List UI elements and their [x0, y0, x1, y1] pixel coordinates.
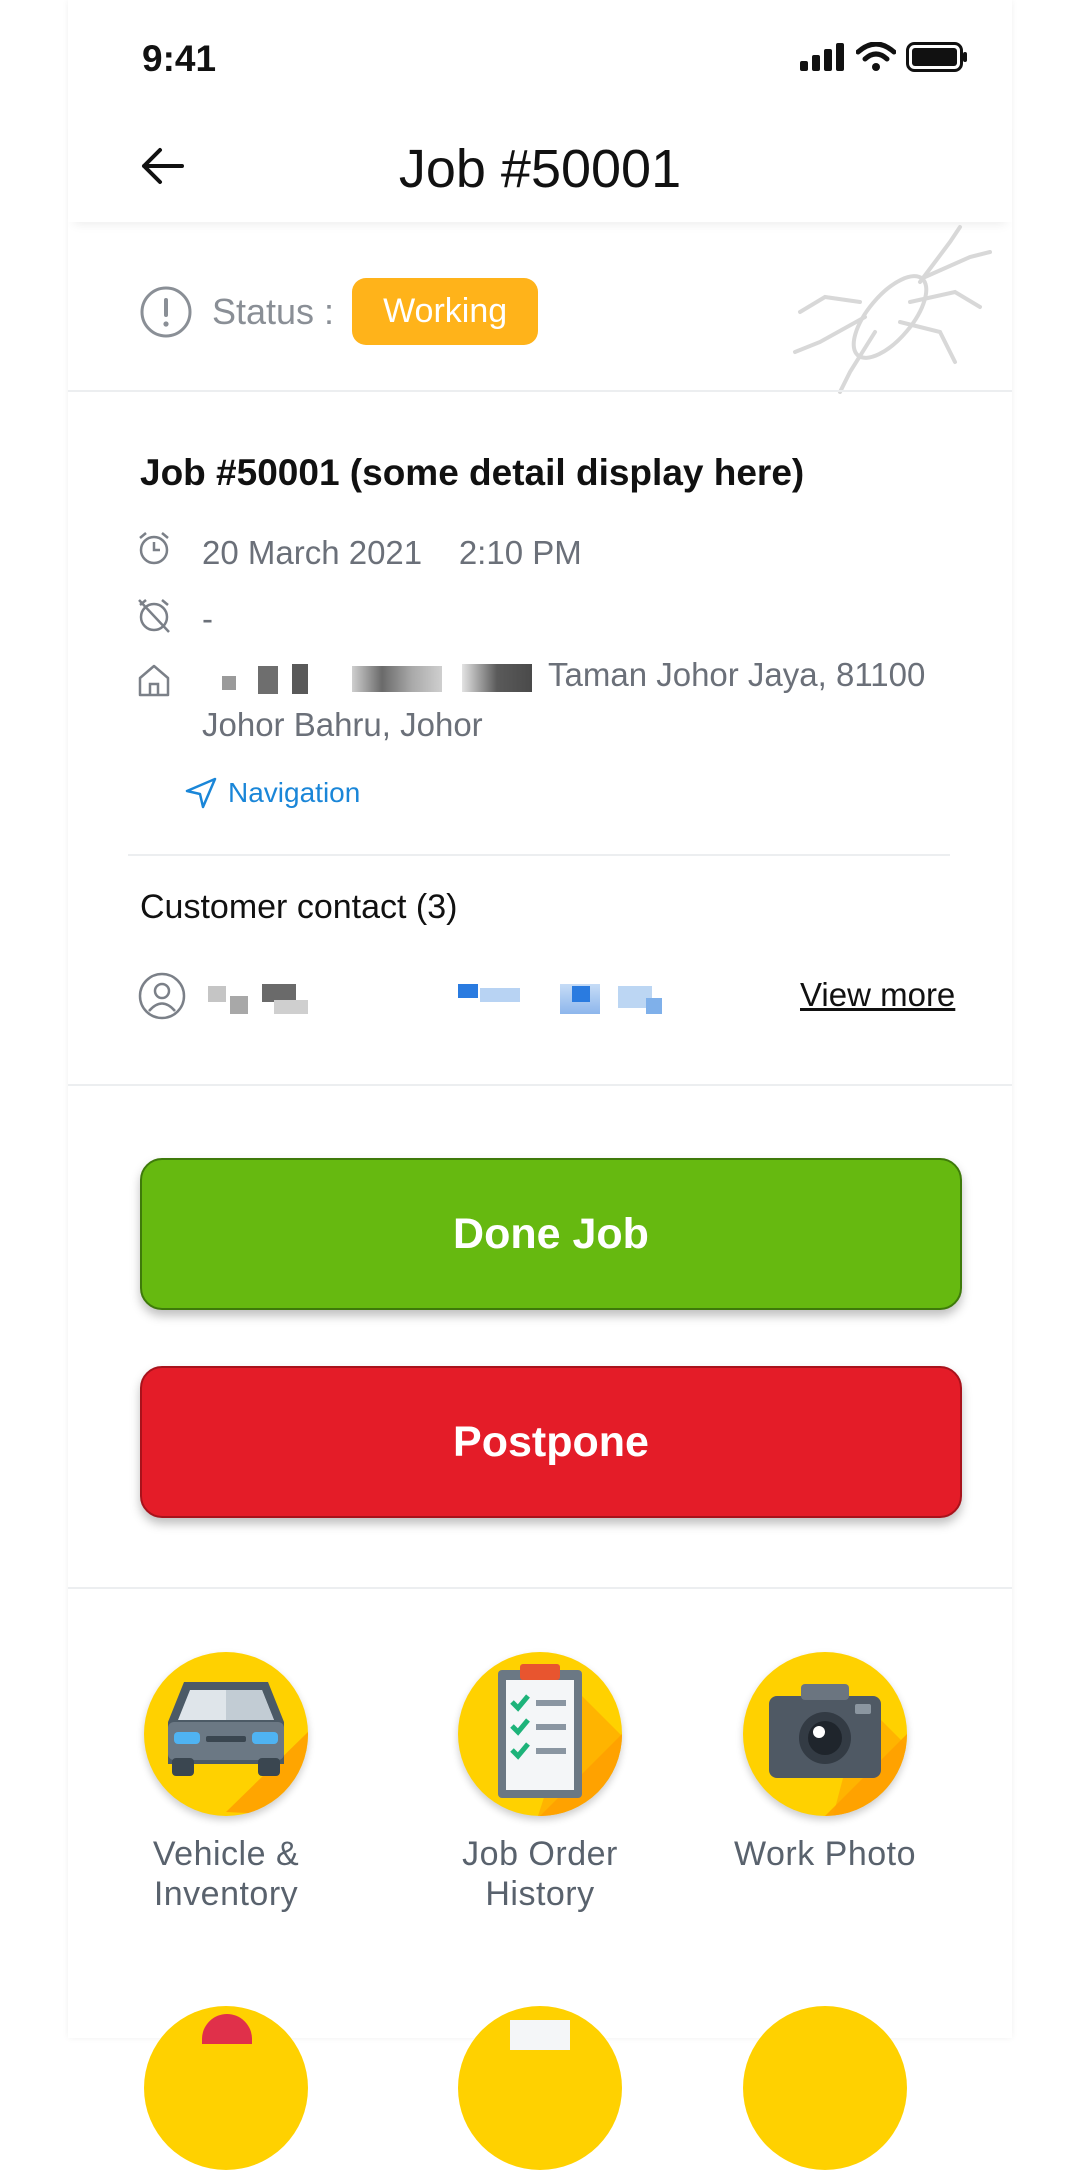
navigation-label: Navigation: [228, 777, 361, 808]
wifi-icon: [856, 42, 896, 71]
user-avatar-icon: [138, 972, 186, 1020]
info-circle-icon: [140, 286, 192, 337]
partial-tile-icon[interactable]: [458, 2006, 622, 2170]
clock-icon: [139, 532, 169, 565]
termite-watermark-icon: [793, 225, 992, 394]
customer-contact-title: Customer contact (3): [140, 888, 458, 926]
done-job-button[interactable]: Done Job: [140, 1158, 962, 1310]
tile-label-line2: History: [485, 1875, 595, 1913]
status-time: 9:41: [142, 38, 217, 79]
navigation-arrow-icon: [185, 777, 217, 809]
navigation-link[interactable]: Navigation: [184, 776, 360, 810]
address-line1: Taman Johor Jaya, 81100: [548, 656, 926, 693]
job-time: 2:10 PM: [458, 534, 582, 571]
job-detail-title: Job #50001 (some detail display here): [140, 452, 805, 493]
tile-label-line1: Job Order: [462, 1835, 618, 1873]
car-icon: [144, 1652, 308, 1816]
alarm-off-icon: [138, 599, 170, 633]
inner-divider: [128, 854, 950, 856]
home-icon: [138, 664, 170, 697]
app-header: Job #50001: [68, 110, 1012, 222]
status-row: Status : Working: [140, 278, 539, 345]
tile-label: Work Photo: [705, 1834, 945, 1874]
tile-label: Job Order History: [420, 1834, 660, 1914]
status-badge: Working: [352, 278, 539, 345]
postpone-button[interactable]: Postpone: [140, 1366, 962, 1518]
page-title: Job #50001: [398, 139, 682, 199]
job-date: 20 March 2021: [202, 534, 423, 571]
job-datetime: 20 March 2021 2:10 PM: [202, 534, 582, 572]
tile-work-photo[interactable]: Work Photo: [705, 1652, 945, 1874]
partial-tile-icon[interactable]: [144, 2006, 308, 2170]
tile-label-line1: Vehicle &: [152, 1835, 300, 1873]
tile-label: Vehicle & Inventory: [106, 1834, 346, 1914]
address-line2: Johor Bahru, Johor: [202, 706, 483, 743]
redacted-address: [222, 660, 562, 696]
tile-vehicle-inventory[interactable]: Vehicle & Inventory: [106, 1652, 346, 1914]
partial-tile-icon[interactable]: [743, 2006, 907, 2170]
redacted-contact: [190, 982, 690, 1018]
job-end-time: -: [202, 600, 213, 637]
section-divider: [68, 1084, 1012, 1086]
tile-label-line2: Inventory: [153, 1875, 299, 1913]
section-divider: [68, 1587, 1012, 1589]
status-label: Status :: [212, 290, 335, 332]
status-bar: 9:41: [68, 0, 1012, 110]
clipboard-checklist-icon: [458, 1652, 622, 1816]
view-more-link[interactable]: View more: [800, 976, 955, 1014]
camera-icon: [743, 1652, 907, 1816]
battery-icon: [906, 42, 967, 72]
signal-icon: [800, 43, 844, 71]
tile-label-line1: Work Photo: [733, 1835, 916, 1873]
section-divider: [68, 390, 1012, 392]
status-icons: [800, 42, 968, 72]
tile-job-order-history[interactable]: Job Order History: [420, 1652, 660, 1914]
